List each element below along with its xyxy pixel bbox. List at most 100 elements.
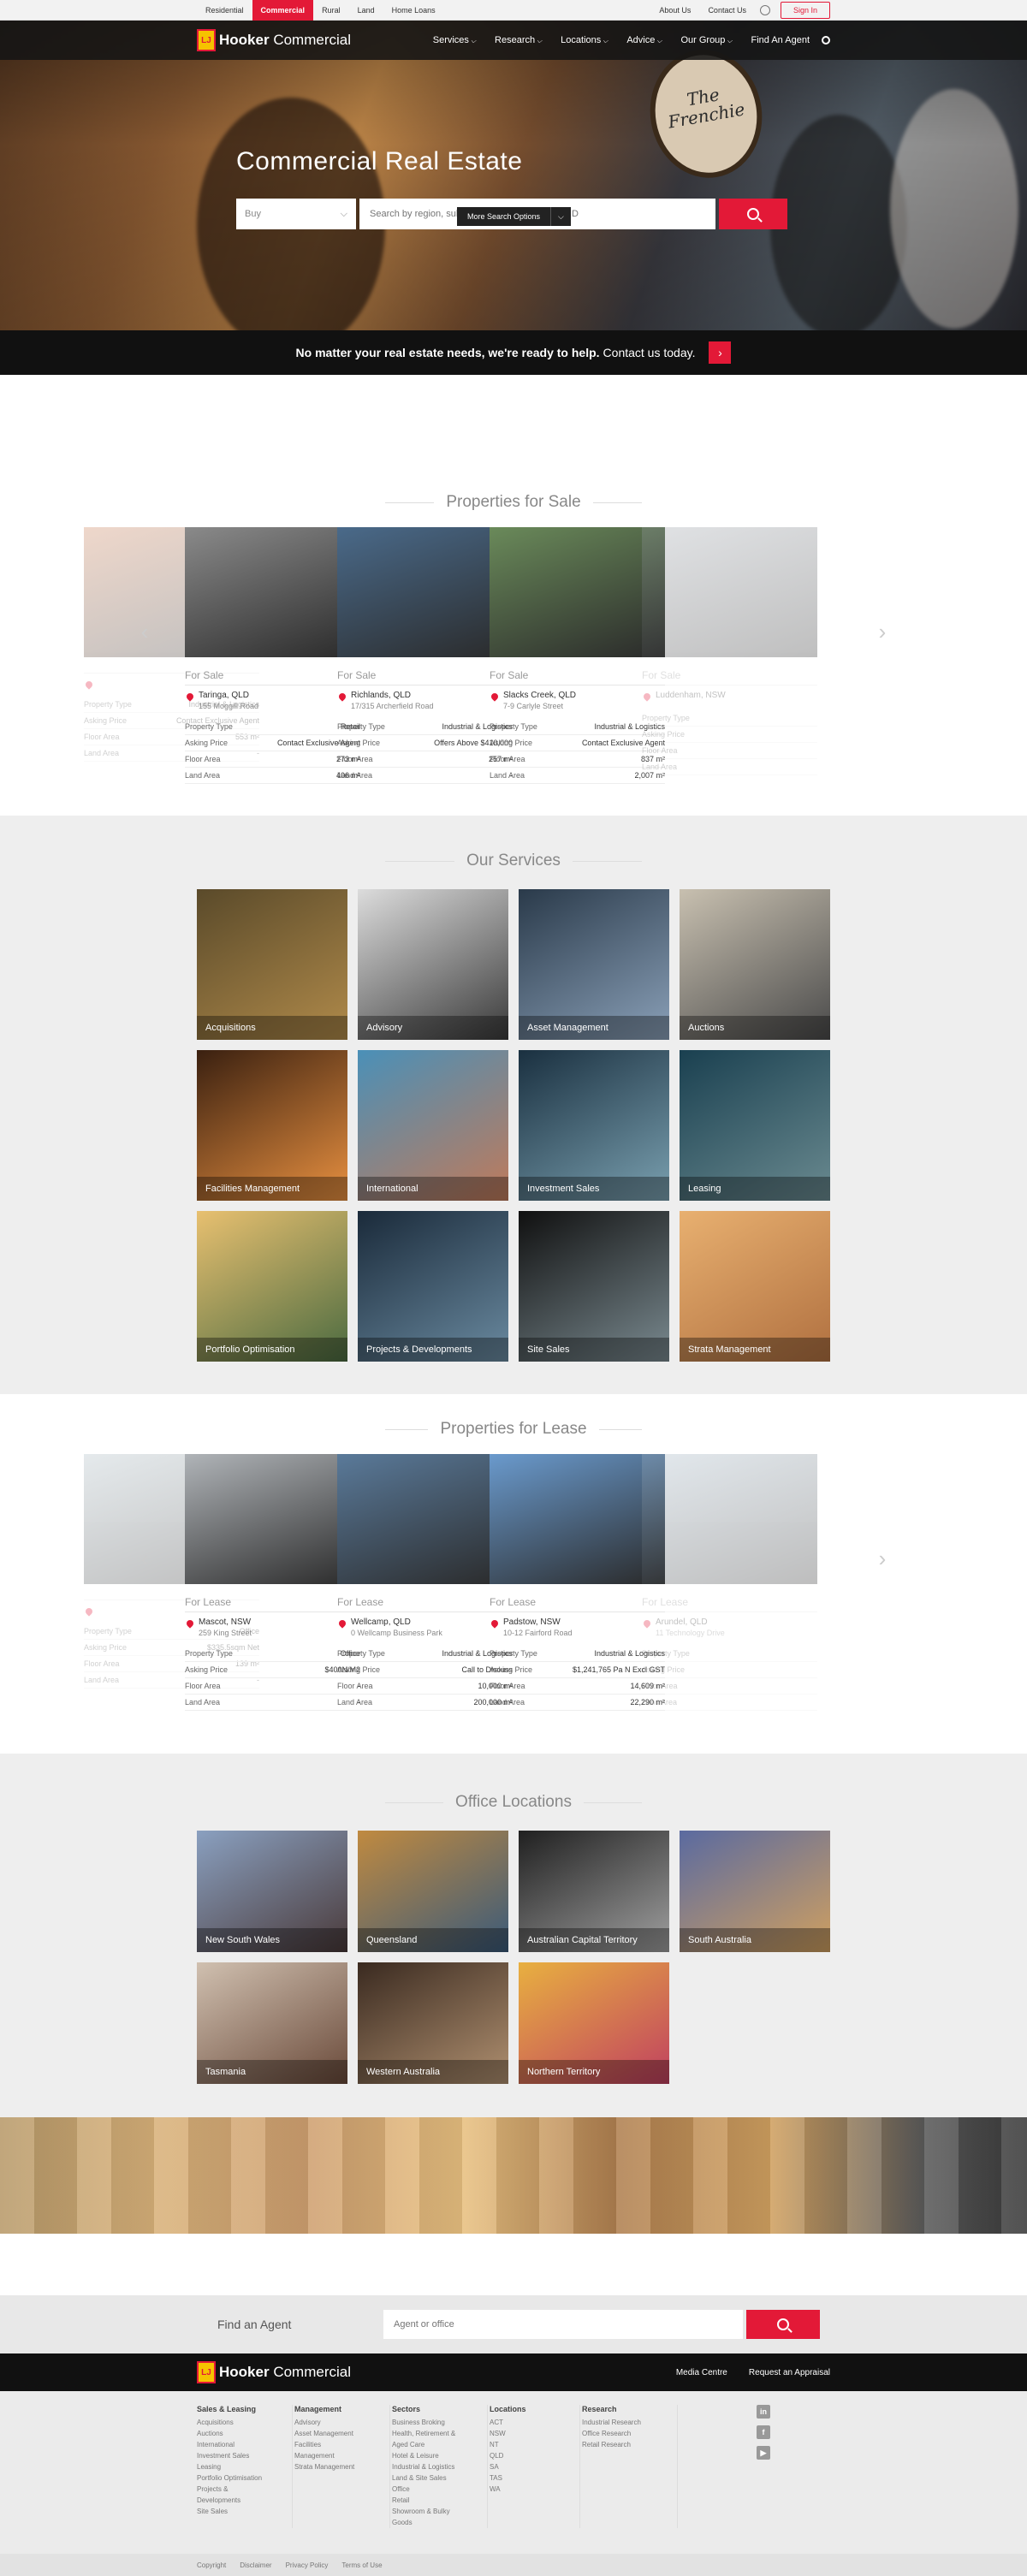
footer-link[interactable]: SA [490, 2461, 574, 2472]
service-tile[interactable]: Strata Management [680, 1211, 830, 1362]
footer-link[interactable]: Health, Retirement & [392, 2428, 482, 2439]
about-link[interactable]: About Us [650, 0, 699, 21]
footer-link[interactable]: Advisory [294, 2417, 384, 2428]
agent-search-button[interactable] [746, 2310, 820, 2339]
listing-type-select[interactable]: Buy ⌵ [236, 199, 356, 229]
footer-link[interactable]: Aged Care [392, 2439, 482, 2450]
service-tile[interactable]: International [358, 1050, 508, 1201]
footer-link[interactable]: QLD [490, 2450, 574, 2461]
footer-link[interactable]: Asset Management [294, 2428, 384, 2439]
service-tile[interactable]: Leasing [680, 1050, 830, 1201]
contact-link[interactable]: Contact Us [699, 0, 755, 21]
footer-logo[interactable]: LJ Hooker Commercial [197, 2361, 351, 2383]
media-centre-link[interactable]: Media Centre [676, 2368, 727, 2377]
footer-link[interactable]: WA [490, 2484, 574, 2495]
chevron-left-icon[interactable]: ‹ [135, 613, 154, 650]
footer-link[interactable]: Investment Sales [197, 2450, 287, 2461]
office-tile[interactable]: New South Wales [197, 1831, 347, 1952]
property-card[interactable]: For Sale Taringa, QLD 155 Moggill Road Prop… [185, 527, 360, 784]
footer-link[interactable]: TAS [490, 2472, 574, 2484]
footer-link[interactable]: ACT [490, 2417, 574, 2428]
disclaimer-link[interactable]: Disclaimer [240, 2561, 271, 2569]
tab-commercial[interactable]: Commercial [252, 0, 314, 21]
footer-link[interactable]: Showroom & Bulky [392, 2506, 482, 2517]
office-tile[interactable]: Tasmania [197, 1962, 347, 2084]
footer-link[interactable]: Office Research [582, 2428, 672, 2439]
property-image[interactable] [337, 1454, 513, 1584]
footer-link[interactable]: Projects & [197, 2484, 287, 2495]
footer-link[interactable]: Auctions [197, 2428, 287, 2439]
service-tile[interactable]: Asset Management [519, 889, 669, 1040]
nav-find-agent[interactable]: Find An Agent [751, 35, 810, 45]
footer-link[interactable]: Portfolio Optimisation [197, 2472, 287, 2484]
footer-link[interactable]: Office [392, 2484, 482, 2495]
footer-link[interactable]: Industrial Research [582, 2417, 672, 2428]
office-tile[interactable]: Northern Territory [519, 1962, 669, 2084]
more-search-options-button[interactable]: More Search Options ⌵ [457, 207, 571, 226]
footer-link[interactable]: Goods [392, 2517, 482, 2528]
footer-link[interactable]: International [197, 2439, 287, 2450]
service-tile[interactable]: Site Sales [519, 1211, 669, 1362]
service-tile[interactable]: Portfolio Optimisation [197, 1211, 347, 1362]
nav-research[interactable]: Research ⌵ [495, 35, 542, 45]
property-card[interactable]: For Sale Richlands, QLD 17/315 Archerfield… [337, 527, 513, 784]
contact-link[interactable]: Contact us today. [603, 346, 696, 359]
footer-link[interactable]: Site Sales [197, 2506, 287, 2517]
copyright-link[interactable]: Copyright [197, 2561, 226, 2569]
property-image[interactable] [642, 527, 817, 657]
privacy-link[interactable]: Privacy Policy [286, 2561, 329, 2569]
footer-link[interactable]: Industrial & Logistics [392, 2461, 482, 2472]
property-card[interactable]: For Lease Padstow, NSW 10-12 Fairford Road… [490, 1454, 665, 1711]
office-tile[interactable]: South Australia [680, 1831, 830, 1952]
youtube-icon[interactable]: ▶ [757, 2446, 770, 2460]
globe-icon[interactable] [759, 5, 770, 15]
footer-link[interactable]: Retail Research [582, 2439, 672, 2450]
service-tile[interactable]: Facilities Management [197, 1050, 347, 1201]
nav-our-group[interactable]: Our Group ⌵ [680, 35, 732, 45]
property-image[interactable] [490, 527, 665, 657]
service-tile[interactable]: Acquisitions [197, 889, 347, 1040]
property-image[interactable] [642, 1454, 817, 1584]
facebook-icon[interactable]: f [757, 2425, 770, 2439]
footer-link[interactable]: Acquisitions [197, 2417, 287, 2428]
footer-link[interactable]: Management [294, 2450, 384, 2461]
footer-link[interactable]: Facilities [294, 2439, 384, 2450]
tab-land[interactable]: Land [349, 0, 383, 21]
tab-rural[interactable]: Rural [313, 0, 349, 21]
sign-in-button[interactable]: Sign In [780, 2, 830, 19]
nav-advice[interactable]: Advice ⌵ [626, 35, 662, 45]
chevron-right-icon[interactable]: › [709, 341, 732, 364]
tab-residential[interactable]: Residential [197, 0, 252, 21]
property-image[interactable] [185, 527, 360, 657]
nav-services[interactable]: Services ⌵ [433, 35, 476, 45]
footer-link[interactable]: NSW [490, 2428, 574, 2439]
terms-link[interactable]: Terms of Use [341, 2561, 382, 2569]
logo[interactable]: LJ Hooker Commercial [197, 29, 351, 51]
footer-link[interactable]: Strata Management [294, 2461, 384, 2472]
agent-search-input[interactable] [383, 2310, 743, 2339]
service-tile[interactable]: Projects & Developments [358, 1211, 508, 1362]
service-tile[interactable]: Advisory [358, 889, 508, 1040]
search-button[interactable] [719, 199, 787, 229]
service-tile[interactable]: Investment Sales [519, 1050, 669, 1201]
chevron-left-icon[interactable]: ‹ [135, 1540, 154, 1577]
property-card[interactable]: For Lease Arundel, QLD 11 Technology Drive… [642, 1454, 817, 1711]
footer-link[interactable]: Land & Site Sales [392, 2472, 482, 2484]
property-card[interactable]: For Lease Wellcamp, QLD 0 Wellcamp Busines… [337, 1454, 513, 1711]
property-image[interactable] [185, 1454, 360, 1584]
property-image[interactable] [490, 1454, 665, 1584]
search-icon[interactable] [822, 36, 830, 45]
footer-link[interactable]: Developments [197, 2495, 287, 2506]
property-image[interactable] [337, 527, 513, 657]
service-tile[interactable]: Auctions [680, 889, 830, 1040]
property-card[interactable]: For Sale Slacks Creek, QLD 7-9 Carlyle Str… [490, 527, 665, 784]
request-appraisal-link[interactable]: Request an Appraisal [749, 2368, 830, 2377]
linkedin-icon[interactable]: in [757, 2405, 770, 2419]
footer-link[interactable]: Retail [392, 2495, 482, 2506]
footer-link[interactable]: NT [490, 2439, 574, 2450]
office-tile[interactable]: Australian Capital Territory [519, 1831, 669, 1952]
office-tile[interactable]: Queensland [358, 1831, 508, 1952]
footer-link[interactable]: Hotel & Leisure [392, 2450, 482, 2461]
tab-home-loans[interactable]: Home Loans [383, 0, 444, 21]
footer-link[interactable]: Leasing [197, 2461, 287, 2472]
